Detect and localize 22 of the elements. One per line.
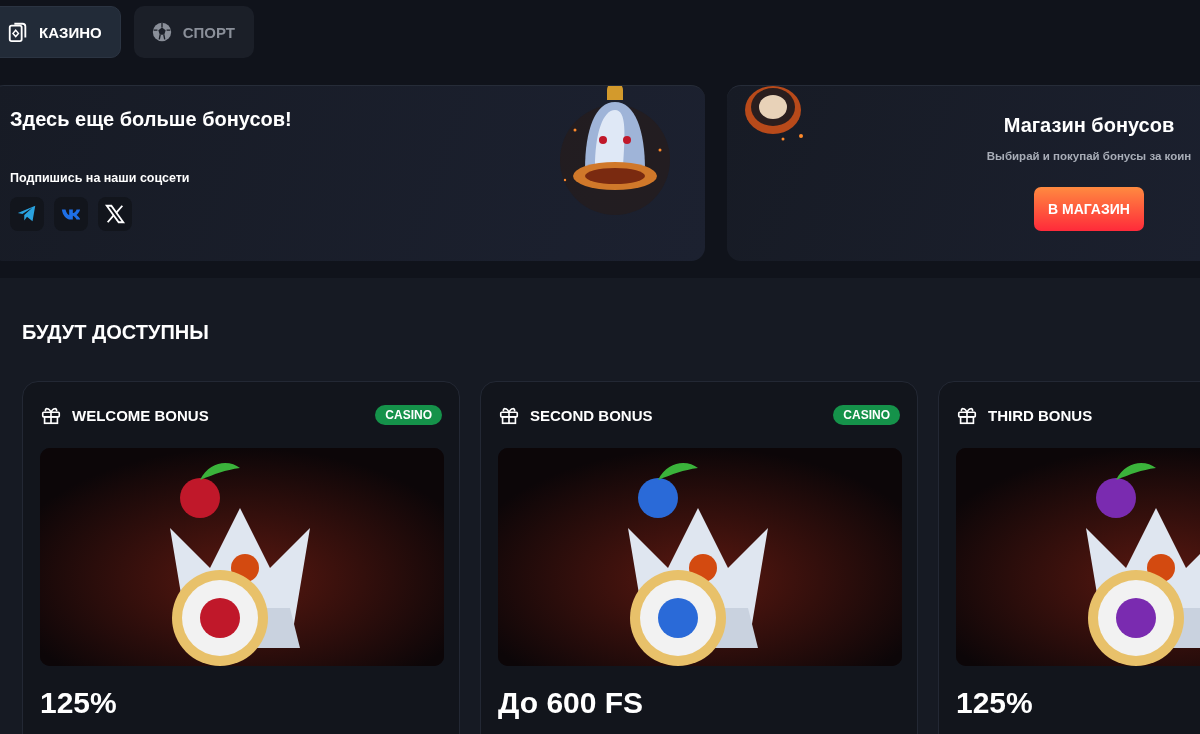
bonus-value: До 600 FS bbox=[498, 686, 645, 720]
shop-button[interactable]: В МАГАЗИН bbox=[1034, 187, 1144, 231]
category-tab[interactable]: КАЗИНО bbox=[0, 6, 121, 58]
bonus-value: 125% bbox=[956, 686, 1034, 720]
card-title: WELCOME BONUS bbox=[72, 406, 210, 424]
banner-title: Здесь еще больше бонусов! bbox=[10, 108, 293, 131]
card-title: SECOND BONUS bbox=[530, 406, 654, 424]
category-badge: CASINO bbox=[375, 405, 442, 425]
category-tab[interactable]: СПОРТ bbox=[133, 6, 254, 58]
x-link[interactable] bbox=[98, 197, 132, 231]
banner-subtitle: Выбирай и покупай бонусы за коин bbox=[986, 150, 1192, 162]
telegram-link[interactable] bbox=[10, 197, 44, 231]
banner-title: Магазин бонусов bbox=[1003, 114, 1175, 137]
cards-icon bbox=[7, 21, 29, 43]
category-badge: CASINO bbox=[833, 405, 900, 425]
vk-link[interactable] bbox=[54, 197, 88, 231]
soccer-ball-icon bbox=[150, 21, 173, 43]
bonus-value: 125% bbox=[40, 686, 118, 720]
banner-subtitle: Подпишись на наши соцсети bbox=[10, 171, 191, 185]
card-title: THIRD BONUS bbox=[988, 406, 1094, 424]
section-title: БУДУТ ДОСТУПНЫ bbox=[22, 321, 210, 344]
x-icon bbox=[104, 203, 126, 225]
